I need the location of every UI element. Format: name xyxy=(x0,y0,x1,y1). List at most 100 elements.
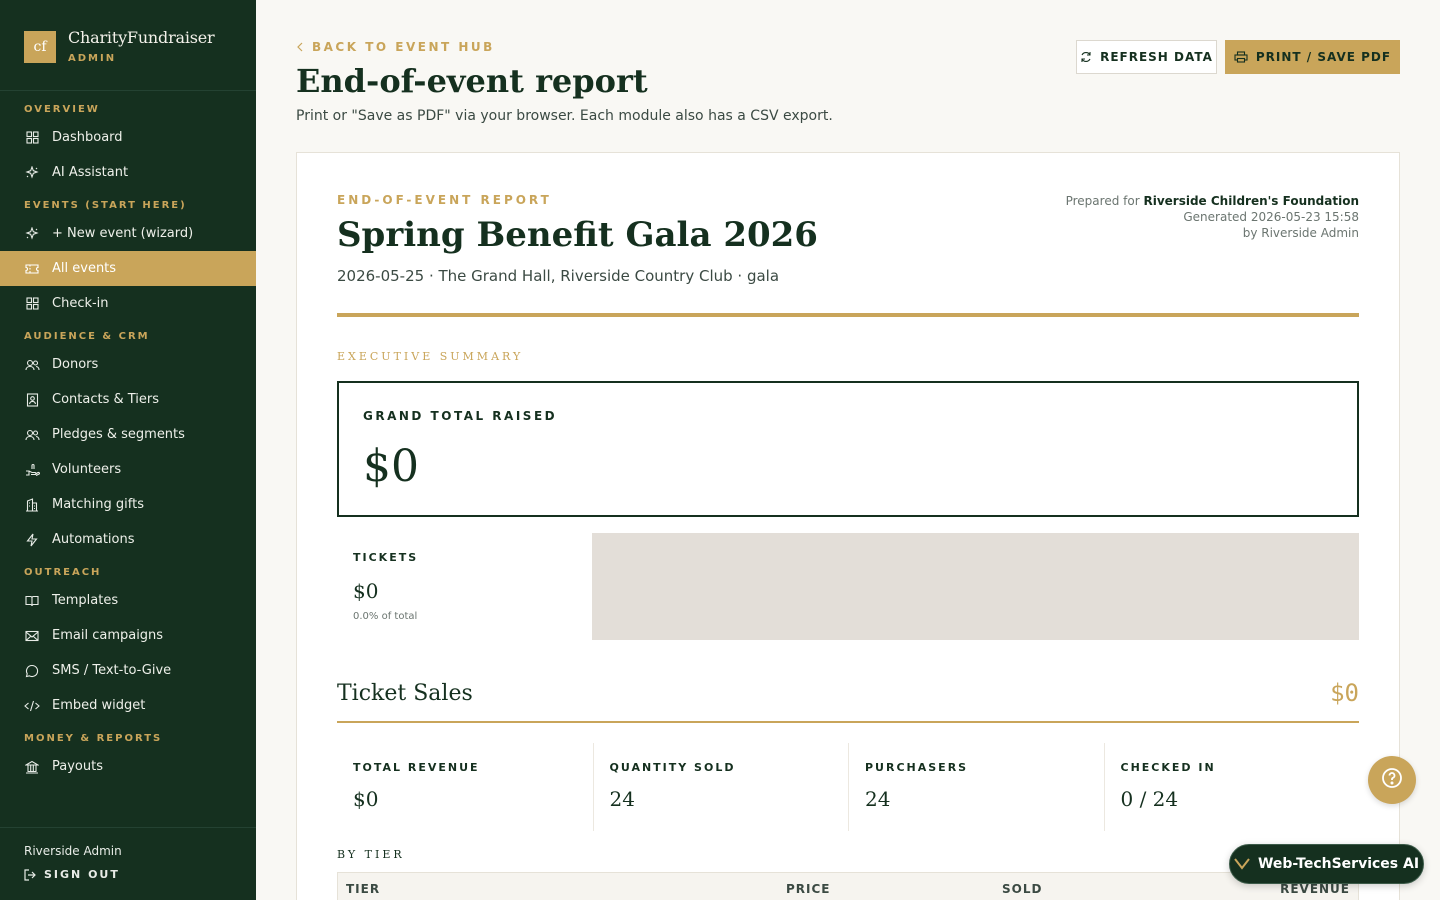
nav-section-label: EVENTS (START HERE) xyxy=(24,200,187,211)
sidebar-item-ai-assistant[interactable]: AI Assistant xyxy=(0,155,256,190)
stat-checked-in: CHECKED IN 0 / 24 xyxy=(1103,743,1360,831)
sidebar-footer: Riverside Admin SIGN OUT xyxy=(0,827,256,900)
report-kicker: END-OF-EVENT REPORT xyxy=(337,193,552,207)
header-divider xyxy=(337,313,1359,317)
contact-icon xyxy=(24,392,40,408)
refresh-data-button[interactable]: REFRESH DATA xyxy=(1076,40,1217,74)
back-label: BACK TO EVENT HUB xyxy=(312,40,495,54)
grid-icon xyxy=(24,296,40,312)
sidebar-item-payouts[interactable]: Payouts xyxy=(0,749,256,784)
sparkle-icon xyxy=(24,165,40,181)
prepared-block: Prepared for Riverside Children's Founda… xyxy=(1066,193,1359,241)
refresh-label: REFRESH DATA xyxy=(1100,50,1213,64)
stat-value: $0 xyxy=(353,787,379,811)
generated-by: by Riverside Admin xyxy=(1242,226,1359,240)
sidebar-item-pledges-segments[interactable]: Pledges & segments xyxy=(0,417,256,452)
ticket-sales-header: Ticket Sales $0 xyxy=(337,679,1359,723)
code-icon xyxy=(24,698,40,714)
hand-icon xyxy=(24,462,40,478)
stat-total-revenue: TOTAL REVENUE $0 xyxy=(337,743,593,831)
stat-label: CHECKED IN xyxy=(1120,761,1216,774)
tickets-label: TICKETS xyxy=(353,551,419,564)
brand-logo: cf xyxy=(24,31,56,63)
stat-value: 0 / 24 xyxy=(1120,787,1179,811)
column-header-sold[interactable]: SOLD xyxy=(1002,882,1042,896)
sidebar-item-label: Contacts & Tiers xyxy=(52,392,160,407)
help-icon xyxy=(1381,767,1403,793)
event-name: Spring Benefit Gala 2026 xyxy=(337,215,818,255)
sign-out-icon xyxy=(24,868,36,881)
brand-name: CharityFundraiser xyxy=(68,28,215,47)
tickets-share-bar xyxy=(592,533,1359,640)
sidebar-item-sms-text-to-give[interactable]: SMS / Text-to-Give xyxy=(0,653,256,688)
page-subtitle: Print or "Save as PDF" via your browser.… xyxy=(296,108,833,124)
sidebar-item-label: Donors xyxy=(52,357,99,372)
column-header-tier[interactable]: TIER xyxy=(346,882,380,896)
ticket-sales-amount: $0 xyxy=(1330,679,1359,707)
nav-section-label: OUTREACH xyxy=(24,567,102,578)
stat-label: TOTAL REVENUE xyxy=(353,761,480,774)
tickets-value: $0 xyxy=(353,579,379,603)
ticket-stats: TOTAL REVENUE $0 QUANTITY SOLD 24 PURCHA… xyxy=(337,743,1359,831)
executive-summary-label: EXECUTIVE SUMMARY xyxy=(337,350,524,363)
organization-name: Riverside Children's Foundation xyxy=(1143,194,1359,208)
sidebar-item-label: All events xyxy=(52,261,117,276)
sidebar: cf CharityFundraiser ADMIN OVERVIEW Dashb… xyxy=(0,0,256,900)
printer-icon xyxy=(1234,51,1248,63)
sparkle-icon xyxy=(24,226,40,242)
stat-label: PURCHASERS xyxy=(865,761,969,774)
sidebar-item-email-campaigns[interactable]: Email campaigns xyxy=(0,618,256,653)
sidebar-item-matching-gifts[interactable]: Matching gifts xyxy=(0,487,256,522)
sidebar-item-label: Automations xyxy=(52,532,135,547)
stat-quantity-sold: QUANTITY SOLD 24 xyxy=(592,743,849,831)
by-tier-label: BY TIER xyxy=(337,848,405,861)
mail-icon xyxy=(24,628,40,644)
generated-timestamp: Generated 2026-05-23 15:58 xyxy=(1183,210,1359,224)
event-meta: 2026-05-25 · The Grand Hall, Riverside C… xyxy=(337,267,780,285)
sidebar-item-embed-widget[interactable]: Embed widget xyxy=(0,688,256,723)
tier-table-header: TIER PRICE SOLD REVENUE xyxy=(337,872,1359,900)
ticket-sales-title: Ticket Sales xyxy=(337,681,473,706)
users-icon xyxy=(24,427,40,443)
nav-section-label: OVERVIEW xyxy=(24,104,100,115)
sidebar-item-automations[interactable]: Automations xyxy=(0,522,256,557)
ticket-icon xyxy=(24,261,40,277)
sidebar-item-label: Pledges & segments xyxy=(52,427,185,442)
sidebar-item-label: AI Assistant xyxy=(52,165,129,180)
sidebar-item-all-events[interactable]: All events xyxy=(0,251,256,286)
tickets-percent: 0.0% of total xyxy=(353,611,418,622)
sign-out-button[interactable]: SIGN OUT xyxy=(24,868,232,881)
sidebar-item-label: Dashboard xyxy=(52,130,123,145)
ai-assistant-pill[interactable]: Web-TechServices AI xyxy=(1229,844,1424,884)
tickets-summary: TICKETS $0 0.0% of total xyxy=(337,533,592,640)
print-save-pdf-button[interactable]: PRINT / SAVE PDF xyxy=(1225,40,1400,74)
brand[interactable]: cf CharityFundraiser ADMIN xyxy=(0,0,256,91)
sidebar-item-label: + New event (wizard) xyxy=(52,226,194,241)
sidebar-item-label: Templates xyxy=(52,593,119,608)
column-header-revenue[interactable]: REVENUE xyxy=(1280,882,1350,896)
stat-value: 24 xyxy=(609,787,635,811)
building-icon xyxy=(24,497,40,513)
sidebar-item-templates[interactable]: Templates xyxy=(0,583,256,618)
sidebar-item-new-event-wizard[interactable]: + New event (wizard) xyxy=(0,216,256,251)
print-label: PRINT / SAVE PDF xyxy=(1255,50,1392,64)
sidebar-item-dashboard[interactable]: Dashboard xyxy=(0,120,256,155)
chat-icon xyxy=(24,663,40,679)
sidebar-item-volunteers[interactable]: Volunteers xyxy=(0,452,256,487)
book-icon xyxy=(24,593,40,609)
sidebar-item-label: Email campaigns xyxy=(52,628,164,643)
sign-out-label: SIGN OUT xyxy=(44,868,120,881)
sidebar-item-contacts-tiers[interactable]: Contacts & Tiers xyxy=(0,382,256,417)
sidebar-item-check-in[interactable]: Check-in xyxy=(0,286,256,321)
refresh-icon xyxy=(1080,51,1092,63)
column-header-price[interactable]: PRICE xyxy=(786,882,831,896)
sidebar-item-label: Check-in xyxy=(52,296,109,311)
sidebar-item-label: Embed widget xyxy=(52,698,146,713)
nav-section-label: MONEY & REPORTS xyxy=(24,733,163,744)
sidebar-item-label: Payouts xyxy=(52,759,103,774)
brand-role: ADMIN xyxy=(68,53,117,64)
back-to-event-hub-link[interactable]: BACK TO EVENT HUB xyxy=(296,40,495,54)
sidebar-item-donors[interactable]: Donors xyxy=(0,347,256,382)
sidebar-item-label: Volunteers xyxy=(52,462,122,477)
help-button[interactable] xyxy=(1368,756,1416,804)
